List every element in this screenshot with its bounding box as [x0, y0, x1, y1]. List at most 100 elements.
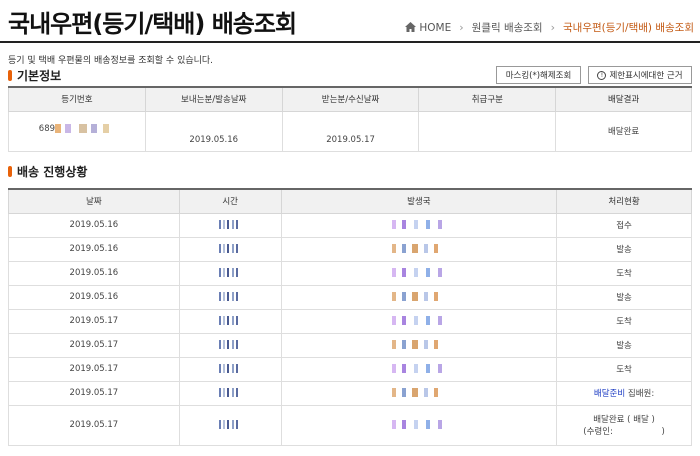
time-cell — [178, 308, 282, 334]
title-divider — [0, 41, 700, 43]
time-cell — [178, 212, 282, 238]
masked-text — [219, 268, 242, 277]
section-title-basic: 기본정보 — [8, 67, 61, 84]
status-cell: 발송 — [556, 332, 692, 358]
masked-text — [219, 420, 242, 429]
masked-text — [219, 244, 242, 253]
status-text: 발송 — [616, 293, 632, 303]
location-cell — [280, 404, 558, 446]
table-row: 2019.05.17 도착 — [8, 308, 692, 334]
handling-cell — [418, 110, 557, 152]
location-cell — [280, 380, 558, 406]
status-cell: 도착 — [556, 356, 692, 382]
chevron-right-icon: › — [550, 21, 555, 34]
location-cell — [280, 260, 558, 286]
location-cell — [280, 332, 558, 358]
masked-text — [391, 268, 446, 277]
result-cell: 배달완료 — [555, 110, 692, 152]
masked-text — [55, 123, 116, 133]
breadcrumb-oneclick[interactable]: 원클릭 배송조회 — [472, 20, 543, 35]
page-description: 등기 및 택배 우편물의 배송정보를 조회할 수 있습니다. — [8, 56, 214, 66]
delivery-ready-link[interactable]: 배달준비 — [594, 389, 625, 399]
status-text: 도착 — [616, 365, 632, 375]
status-text: 도착 — [616, 269, 632, 279]
masked-text — [391, 364, 446, 373]
progress-table: 날짜 시간 발생국 처리현황 2019.05.16 접수 2019.05.16 발송 2… — [8, 188, 692, 446]
table-row: 2019.05.16 발송 — [8, 284, 692, 310]
date-cell: 2019.05.17 — [8, 380, 180, 406]
status-text: 배달완료 ( 배달 ) — [593, 415, 655, 425]
status-cell: 도착 — [556, 260, 692, 286]
masked-text — [391, 340, 446, 349]
date-cell: 2019.05.17 — [8, 332, 180, 358]
status-cell: 배달준비 집배원: — [556, 380, 692, 406]
masked-text — [391, 420, 446, 429]
breadcrumb-home[interactable]: HOME — [405, 21, 451, 34]
table-row: 2019.05.17 배달준비 집배원: — [8, 380, 692, 406]
section-bullet — [8, 166, 12, 177]
col-header: 시간 — [178, 188, 282, 214]
col-header: 보내는분/발송날짜 — [144, 86, 283, 112]
table-row: 2019.05.16 발송 — [8, 236, 692, 262]
section-bullet — [8, 70, 12, 81]
masked-text — [391, 244, 446, 253]
col-header: 받는분/수신날짜 — [281, 86, 420, 112]
status-cell: 발송 — [556, 284, 692, 310]
location-cell — [280, 308, 558, 334]
col-header: 등기번호 — [8, 86, 146, 112]
location-cell — [280, 284, 558, 310]
table-row: 2019.05.16 도착 — [8, 260, 692, 286]
date-cell: 2019.05.17 — [8, 356, 180, 382]
table-row: 689 2019.05.16 2019.05.17 배달완료 — [8, 110, 692, 152]
section-title-progress: 배송 진행상황 — [8, 163, 87, 180]
masked-text — [219, 340, 242, 349]
table-row: 2019.05.17 발송 — [8, 332, 692, 358]
location-cell — [280, 212, 558, 238]
chevron-right-icon: › — [459, 21, 464, 34]
breadcrumb-current: 국내우편(등기/택배) 배송조회 — [563, 22, 694, 34]
masked-text — [219, 316, 242, 325]
masked-text — [219, 292, 242, 301]
col-header: 처리현황 — [556, 188, 692, 214]
date-cell: 2019.05.17 — [8, 308, 180, 334]
masked-text — [219, 388, 242, 397]
table-header-row: 등기번호 보내는분/발송날짜 받는분/수신날짜 취급구분 배달결과 — [8, 86, 692, 112]
mask-unmask-button[interactable]: 마스킹(*)해제조회 — [496, 66, 581, 84]
col-header: 취급구분 — [418, 86, 557, 112]
table-row: 2019.05.16 접수 — [8, 212, 692, 238]
location-cell — [280, 356, 558, 382]
status-cell: 발송 — [556, 236, 692, 262]
page-title: 국내우편(등기/택배) 배송조회 — [8, 10, 297, 38]
time-cell — [178, 332, 282, 358]
date-cell: 2019.05.16 — [8, 260, 180, 286]
col-header: 날짜 — [8, 188, 180, 214]
recv-date-cell: 2019.05.17 — [281, 110, 420, 152]
masked-text — [219, 220, 242, 229]
home-icon — [405, 21, 417, 32]
recipient-text: (수령인: ) — [583, 427, 665, 437]
date-cell: 2019.05.16 — [8, 236, 180, 262]
status-cell: 배달완료 ( 배달 ) (수령인: ) — [556, 404, 692, 446]
masked-text — [391, 388, 446, 397]
breadcrumb: HOME › 원클릭 배송조회 › 국내우편(등기/택배) 배송조회 — [405, 20, 694, 35]
time-cell — [178, 236, 282, 262]
time-cell — [178, 404, 282, 446]
table-row: 2019.05.17 도착 — [8, 356, 692, 382]
masked-text — [391, 316, 446, 325]
date-cell: 2019.05.17 — [8, 404, 180, 446]
masked-text — [391, 292, 446, 301]
masked-text — [391, 220, 446, 229]
status-text: 접수 — [616, 221, 632, 231]
status-cell: 도착 — [556, 308, 692, 334]
info-icon: ! — [597, 70, 607, 80]
time-cell — [178, 380, 282, 406]
col-header: 배달결과 — [555, 86, 692, 112]
restriction-basis-button[interactable]: ! 제한표시에대한 근거 — [588, 66, 692, 84]
table-header-row: 날짜 시간 발생국 처리현황 — [8, 188, 692, 214]
status-text: 발송 — [616, 341, 632, 351]
date-cell: 2019.05.16 — [8, 284, 180, 310]
status-text: 집배원: — [625, 389, 655, 399]
time-cell — [178, 260, 282, 286]
masked-text — [219, 364, 242, 373]
time-cell — [178, 356, 282, 382]
